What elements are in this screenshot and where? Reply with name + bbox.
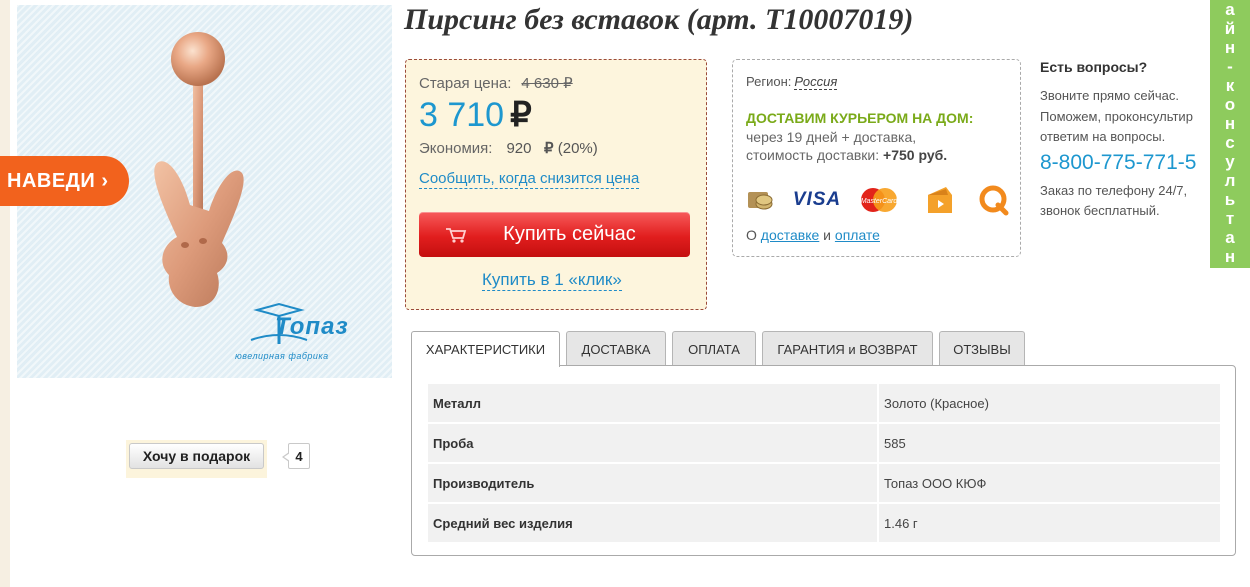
payment-link[interactable]: оплате xyxy=(835,227,880,243)
notify-price-drop-link[interactable]: Сообщить, когда снизится цена xyxy=(419,170,640,189)
current-price: 3 710 ₽ xyxy=(419,95,532,135)
mastercard-icon: MasterCard xyxy=(857,184,901,216)
buy-now-label: Купить сейчас xyxy=(503,223,636,245)
economy-label: Экономия: xyxy=(419,140,493,157)
delivery-box: Регион: Россия ДОСТАВИМ КУРЬЕРОМ НА ДОМ: … xyxy=(732,59,1021,257)
table-row: Проба 585 xyxy=(428,424,1220,462)
current-price-value: 3 710 xyxy=(419,96,505,134)
consultant-letter: к xyxy=(1225,76,1235,95)
consultant-letter: н xyxy=(1224,114,1236,133)
economy-value: 920 ₽ (20%) xyxy=(506,140,598,157)
brand-name: Топаз xyxy=(275,313,349,340)
cart-icon xyxy=(446,228,467,243)
consultant-letter: т xyxy=(1226,266,1234,268)
region-select[interactable]: Россия xyxy=(794,74,838,90)
consultant-letter: а xyxy=(1225,228,1235,247)
consultant-letter: т xyxy=(1225,209,1235,228)
qiwi-icon xyxy=(977,184,1011,216)
consultant-letter: н xyxy=(1224,247,1236,266)
consultant-letter: н xyxy=(1224,38,1236,57)
yandex-money-icon xyxy=(922,184,958,216)
consultant-letter: - xyxy=(1227,57,1233,76)
questions-text: Звоните прямо сейчас. Поможем, проконсул… xyxy=(1040,88,1193,144)
delivery-cost: стоимость доставки: +750 руб. xyxy=(746,147,948,163)
spec-key: Металл xyxy=(428,384,879,422)
tab-delivery[interactable]: ДОСТАВКА xyxy=(566,331,666,366)
old-price-row: Старая цена: 4 630 ₽ xyxy=(419,74,573,92)
delivery-term: через 19 дней + доставка, xyxy=(746,129,917,145)
currency-sign: ₽ xyxy=(510,96,532,134)
tab-warranty-return[interactable]: ГАРАНТИЯ и ВОЗВРАТ xyxy=(762,331,933,366)
questions-block: Есть вопросы? Звоните прямо сейчас. Помо… xyxy=(1040,59,1220,221)
table-row: Металл Золото (Красное) xyxy=(428,384,1220,422)
spec-value: Топаз ООО КЮФ xyxy=(879,464,1220,502)
consultant-letter: а xyxy=(1225,0,1235,19)
table-row: Производитель Топаз ООО КЮФ xyxy=(428,464,1220,502)
old-price-value: 4 630 ₽ xyxy=(521,75,573,92)
spec-table: Металл Золото (Красное) Проба 585 Произв… xyxy=(428,382,1220,544)
spec-key: Производитель xyxy=(428,464,879,502)
online-consultant-tab[interactable]: а й н - к о н с у л ь т а н т xyxy=(1210,0,1250,268)
coins-icon xyxy=(745,184,777,216)
consultant-letter: о xyxy=(1224,95,1236,114)
visa-icon: VISA xyxy=(792,189,842,210)
delivery-link[interactable]: доставке xyxy=(761,227,820,243)
spec-value: 1.46 г xyxy=(879,504,1220,542)
delivery-text: через 19 дней + доставка, стоимость дост… xyxy=(746,128,1016,164)
navedi-tab[interactable]: НАВЕДИ › xyxy=(0,156,129,206)
consultant-letter: ь xyxy=(1224,190,1236,209)
brand-subtitle: ювелирная фабрика xyxy=(235,351,329,361)
page-title: Пирсинг без вставок (арт. Т10007019) xyxy=(404,3,914,36)
consultant-letter: й xyxy=(1224,19,1236,38)
tab-payment[interactable]: ОПЛАТА xyxy=(672,331,756,366)
economy-row: Экономия: 920 ₽ (20%) xyxy=(419,139,598,157)
navedi-label: НАВЕДИ › xyxy=(7,169,109,192)
svg-text:MasterCard: MasterCard xyxy=(861,198,899,205)
old-price-label: Старая цена: xyxy=(419,75,512,92)
consultant-letter: у xyxy=(1225,152,1235,171)
price-box: Старая цена: 4 630 ₽ 3 710 ₽ Экономия: 920 … xyxy=(405,59,707,310)
wish-gift-button[interactable]: Хочу в подарок xyxy=(129,443,264,469)
spec-key: Средний вес изделия xyxy=(428,504,879,542)
tab-characteristics[interactable]: ХАРАКТЕРИСТИКИ xyxy=(411,331,560,367)
region-label: Регион: xyxy=(746,74,792,89)
buy-now-button[interactable]: Купить сейчас xyxy=(419,212,690,257)
phone-number[interactable]: 8-800-775-771-5 xyxy=(1040,151,1220,175)
table-row: Средний вес изделия 1.46 г xyxy=(428,504,1220,542)
phone-note: Заказ по телефону 24/7, звонок бесплатны… xyxy=(1040,182,1188,218)
payment-icons: VISA MasterCard xyxy=(745,184,1011,216)
one-click-buy-link[interactable]: Купить в 1 «клик» xyxy=(482,270,622,291)
wish-count-badge: 4 xyxy=(282,443,310,469)
tab-reviews[interactable]: ОТЗЫВЫ xyxy=(939,331,1025,366)
page-left-strip xyxy=(0,0,10,587)
consultant-letter: л xyxy=(1224,171,1236,190)
wish-wrap: Хочу в подарок xyxy=(126,440,267,478)
spec-key: Проба xyxy=(428,424,879,462)
tab-panel: Металл Золото (Красное) Проба 585 Произв… xyxy=(411,365,1236,556)
delivery-heading: ДОСТАВИМ КУРЬЕРОМ НА ДОМ: xyxy=(746,110,974,126)
region-row: Регион: Россия xyxy=(746,74,838,90)
consultant-letter: с xyxy=(1225,133,1235,152)
spec-value: 585 xyxy=(879,424,1220,462)
about-row: О доставке и оплате xyxy=(746,227,880,243)
questions-title: Есть вопросы? xyxy=(1040,59,1148,75)
spec-value: Золото (Красное) xyxy=(879,384,1220,422)
